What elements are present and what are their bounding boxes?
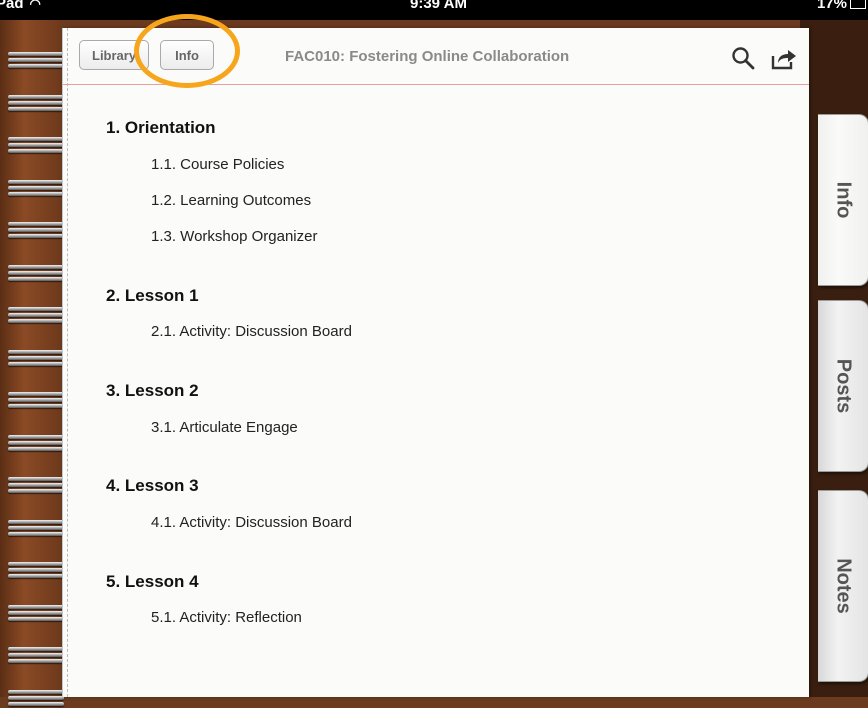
tab-info-label: Info bbox=[832, 181, 855, 219]
section-lesson-2[interactable]: 3. Lesson 2 bbox=[106, 381, 199, 401]
toc-item[interactable]: 3.1. Articulate Engage bbox=[151, 419, 298, 436]
share-icon[interactable] bbox=[770, 47, 798, 71]
binding-ring bbox=[8, 222, 66, 240]
toc-item[interactable]: 4.1. Activity: Discussion Board bbox=[151, 514, 352, 531]
status-bar: Pad ◠ 9:39 AM 17% bbox=[0, 0, 868, 20]
binding-ring bbox=[8, 137, 66, 155]
toc-item[interactable]: 2.1. Activity: Discussion Board bbox=[151, 323, 352, 340]
search-icon[interactable] bbox=[731, 46, 755, 70]
tab-notes[interactable]: Notes bbox=[818, 490, 868, 682]
document-title: FAC010: Fostering Online Collaboration bbox=[285, 48, 570, 65]
battery-icon bbox=[850, 0, 866, 10]
binding-ring bbox=[8, 264, 66, 283]
section-orientation[interactable]: 1. Orientation bbox=[106, 118, 216, 138]
notebook-page: Library Info FAC010: Fostering Online Co… bbox=[62, 14, 809, 697]
section-lesson-3[interactable]: 4. Lesson 3 bbox=[106, 476, 199, 496]
binding-ring bbox=[8, 434, 66, 453]
tab-notes-label: Notes bbox=[832, 558, 855, 614]
tab-posts-label: Posts bbox=[832, 358, 855, 414]
binding-ring bbox=[8, 519, 66, 538]
binding-ring bbox=[8, 392, 66, 410]
highlight-circle bbox=[134, 14, 240, 88]
binding-ring bbox=[8, 604, 66, 623]
section-lesson-1[interactable]: 2. Lesson 1 bbox=[106, 286, 199, 306]
toc-item[interactable]: 1.2. Learning Outcomes bbox=[151, 192, 311, 209]
binding-ring bbox=[8, 94, 66, 113]
section-lesson-4[interactable]: 5. Lesson 4 bbox=[106, 572, 199, 592]
clock: 9:39 AM bbox=[410, 0, 467, 12]
device-name: Pad bbox=[0, 0, 24, 12]
battery-indicator: 17% bbox=[817, 0, 866, 12]
battery-percent: 17% bbox=[816, 0, 847, 12]
device-label: Pad ◠ bbox=[0, 0, 41, 12]
binding-ring bbox=[8, 647, 66, 665]
toc-item[interactable]: 5.1. Activity: Reflection bbox=[151, 609, 302, 626]
binding-ring bbox=[8, 349, 66, 368]
toc-item[interactable]: 1.3. Workshop Organizer bbox=[151, 228, 317, 245]
toc-item[interactable]: 1.1. Course Policies bbox=[151, 156, 284, 173]
tab-posts[interactable]: Posts bbox=[818, 300, 868, 472]
binding-ring bbox=[8, 477, 66, 495]
binding-ring bbox=[8, 179, 66, 198]
binding-ring bbox=[8, 562, 66, 580]
binding-ring bbox=[8, 52, 66, 70]
tab-info[interactable]: Info bbox=[818, 114, 868, 286]
binding-ring bbox=[8, 689, 66, 708]
binding-ring bbox=[8, 307, 66, 325]
wifi-icon: ◠ bbox=[29, 0, 41, 11]
toolbar: Library Info FAC010: Fostering Online Co… bbox=[63, 14, 809, 88]
